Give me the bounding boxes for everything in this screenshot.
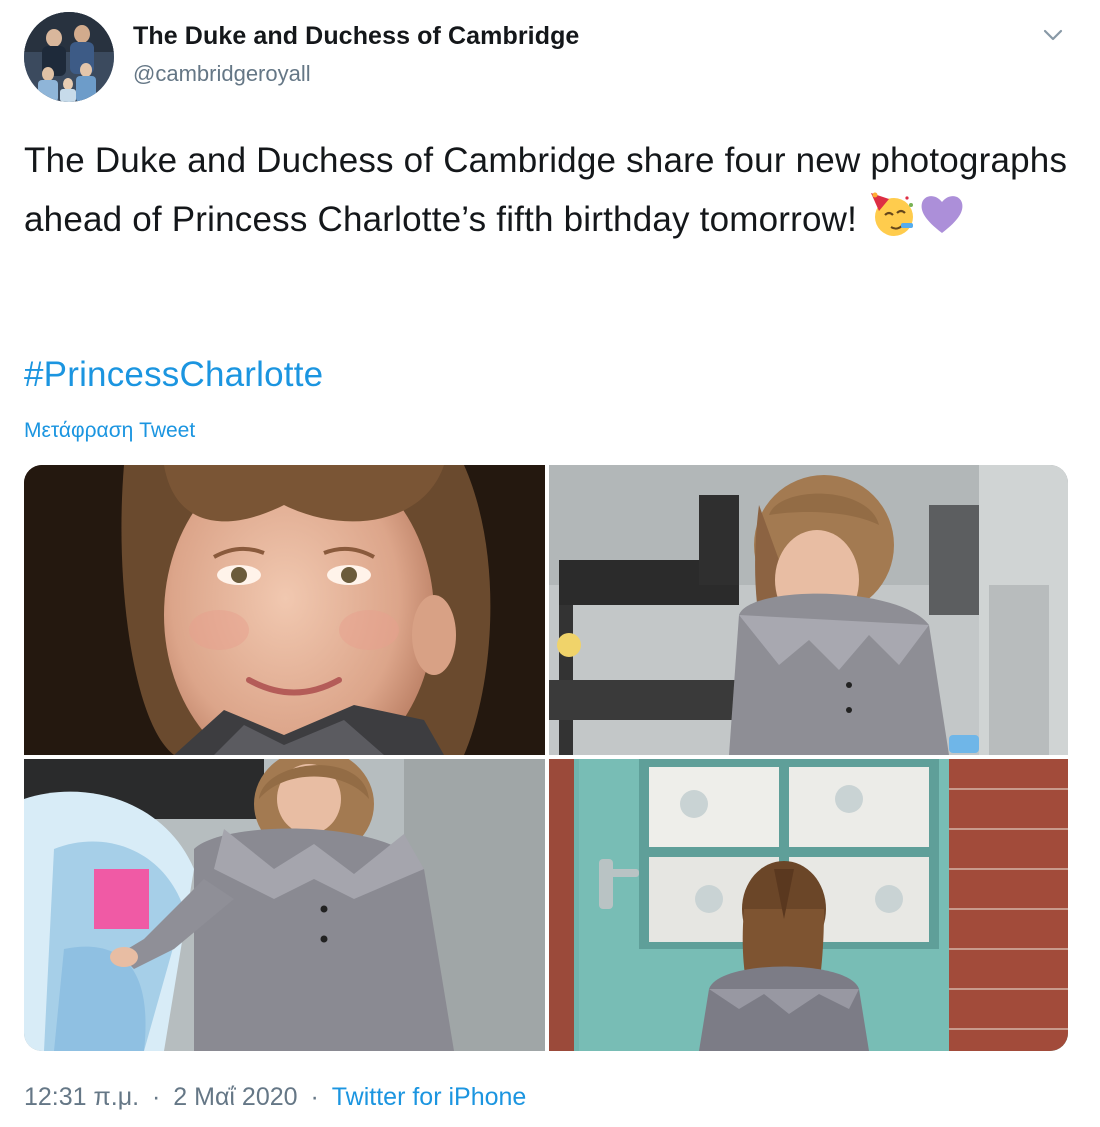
avatar[interactable] [24,12,114,102]
media-grid [24,465,1068,1051]
photo-charlotte-at-door[interactable] [549,759,1068,1051]
family-avatar-image [24,12,114,102]
translate-tweet-link[interactable]: Μετάφραση Tweet [24,419,195,443]
separator: · [310,1083,319,1111]
display-name[interactable]: The Duke and Duchess of Cambridge [133,22,579,51]
separator: · [152,1083,161,1111]
tweet-time[interactable]: 12:31 π.μ. [24,1083,139,1111]
user-handle[interactable]: @cambridgeroyall [133,61,311,87]
tweet-text: The Duke and Duchess of Cambridge share … [24,133,1084,256]
purple-heart-icon [917,189,967,256]
photo-charlotte-with-bag[interactable] [24,759,545,1051]
photo-charlotte-portrait[interactable] [24,465,545,755]
hashtag-link[interactable]: #PrincessCharlotte [24,355,323,395]
tweet-footer: 12:31 π.μ. · 2 Μαΐ 2020 · Twitter for iP… [24,1083,526,1112]
tweet-date[interactable]: 2 Μαΐ 2020 [173,1083,297,1111]
tweet-source-link[interactable]: Twitter for iPhone [332,1083,527,1111]
chevron-down-icon[interactable] [1040,22,1066,48]
partying-face-icon [867,189,917,256]
photo-charlotte-leaning[interactable] [549,465,1068,755]
